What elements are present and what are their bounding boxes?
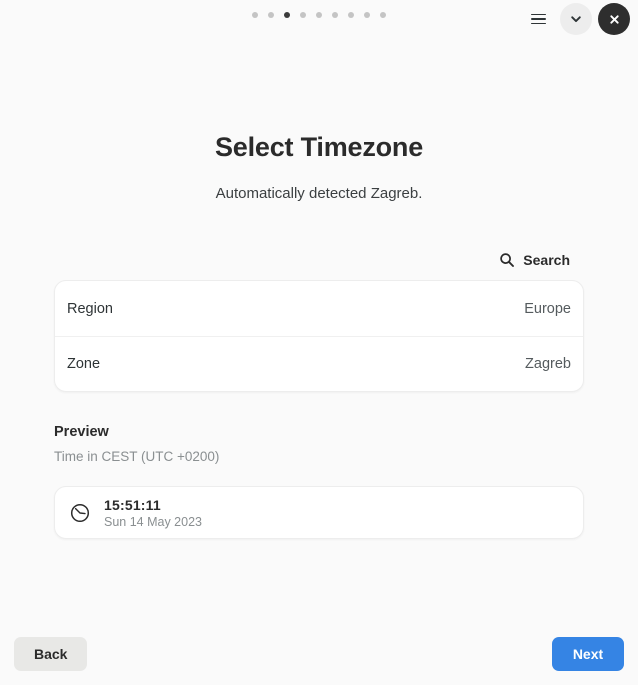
preview-date: Sun 14 May 2023 (104, 514, 202, 529)
chevron-down-icon (571, 16, 581, 23)
close-window-button[interactable] (598, 3, 630, 35)
preview-subtitle: Time in CEST (UTC +0200) (54, 449, 220, 464)
progress-dot[interactable] (364, 12, 370, 18)
hamburger-menu-icon (530, 13, 546, 25)
clock-icon (70, 503, 90, 522)
zone-value: Zagreb (525, 356, 571, 372)
progress-dot[interactable] (252, 12, 258, 18)
search-button[interactable]: Search (497, 248, 572, 272)
region-value: Europe (524, 300, 571, 317)
hamburger-menu-button[interactable] (522, 3, 554, 35)
back-button[interactable]: Back (14, 637, 88, 671)
time-preview-card: 15:51:11 Sun 14 May 2023 (54, 486, 584, 539)
region-row[interactable]: Region Europe (55, 281, 583, 336)
region-label: Region (67, 300, 113, 317)
zone-label: Zone (67, 356, 101, 372)
close-icon (609, 14, 619, 24)
dropdown-menu-button[interactable] (560, 3, 592, 35)
preview-time: 15:51:11 (104, 496, 161, 513)
progress-dot[interactable] (348, 12, 354, 18)
progress-dot[interactable] (268, 12, 274, 18)
progress-dot[interactable] (300, 12, 306, 18)
page-title: Select Timezone (214, 132, 424, 162)
footer-bar: Back Next (0, 623, 638, 685)
timezone-selection-card: Region Europe Zone Zagreb (54, 280, 584, 392)
page-subtitle: Automatically detected Zagreb. (215, 185, 423, 202)
header-bar (0, 0, 638, 38)
preview-heading: Preview (54, 424, 109, 440)
next-button[interactable]: Next (552, 637, 624, 671)
search-button-label: Search (523, 252, 570, 268)
window-controls (522, 3, 630, 35)
time-preview-text: 15:51:11 Sun 14 May 2023 (104, 497, 202, 529)
progress-dot[interactable] (316, 12, 322, 18)
search-icon (500, 253, 515, 267)
progress-dot[interactable] (380, 12, 386, 18)
progress-dot[interactable] (332, 12, 338, 18)
progress-dot-current[interactable] (284, 12, 290, 18)
main-content: Select Timezone Automatically detected Z… (0, 38, 638, 685)
search-row: Search (54, 248, 584, 272)
zone-row[interactable]: Zone Zagreb (55, 336, 583, 391)
